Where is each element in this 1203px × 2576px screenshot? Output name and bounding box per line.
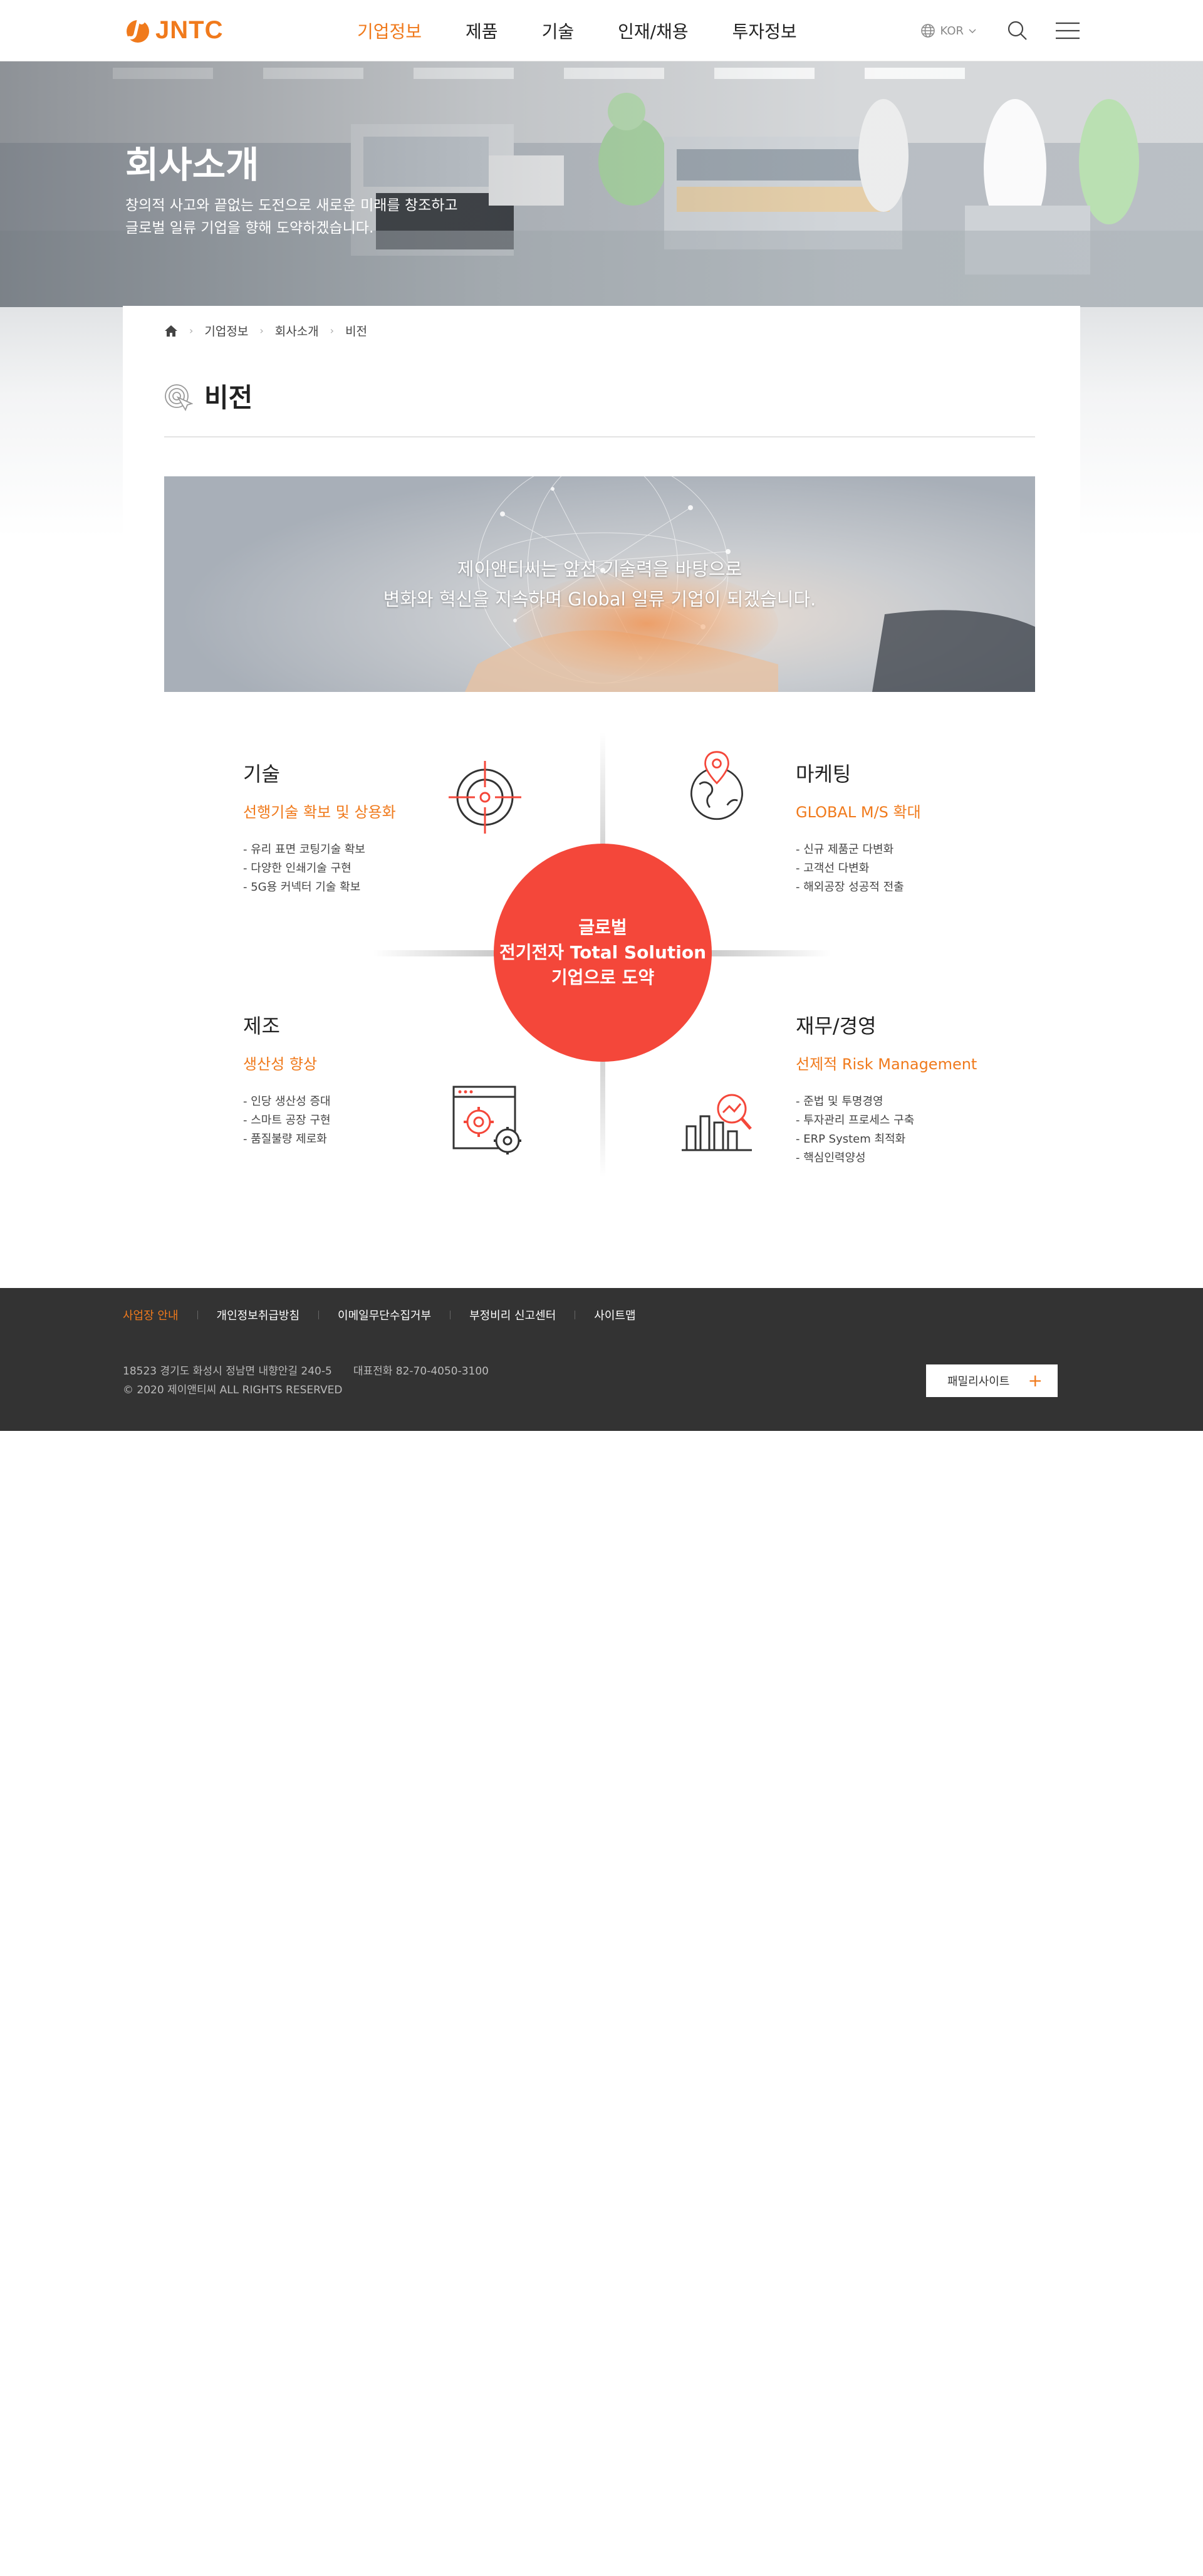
- marketing-title: 마케팅: [796, 762, 851, 786]
- tech-title: 기술: [243, 762, 280, 786]
- manufacturing-subtitle: 생산성 향상: [243, 1055, 318, 1073]
- quadrant-manufacturing: 제조 생산성 향상 - 인당 생산성 증대 - 스마트 공장 구현 - 품질불량…: [243, 1010, 331, 1149]
- page-heading: 비전: [164, 382, 1035, 437]
- site-footer: 사업장 안내 개인정보취급방침 이메일무단수집거부 부정비리 신고센터 사이트맵…: [0, 1288, 1203, 1431]
- vision-core-circle: 글로벌 전기전자 Total Solution 기업으로 도약: [494, 844, 712, 1062]
- breadcrumb-separator: ›: [189, 325, 194, 337]
- footer-info: 18523 경기도 화성시 정남면 내향안길 240-5 대표전화 82-70-4…: [123, 1362, 489, 1400]
- manufacturing-title: 제조: [243, 1014, 280, 1038]
- footer-contact-row: 18523 경기도 화성시 정남면 내향안길 240-5 대표전화 82-70-4…: [123, 1362, 489, 1381]
- plus-icon: +: [1028, 1370, 1043, 1391]
- language-label: KOR: [940, 24, 964, 38]
- breadcrumb-separator: ›: [259, 325, 264, 337]
- family-site-dropdown[interactable]: 패밀리사이트 +: [926, 1364, 1058, 1397]
- breadcrumb-item-vision[interactable]: 비전: [345, 322, 367, 339]
- list-item: - 다양한 인쇄기술 구현: [243, 862, 352, 875]
- quadrant-marketing: 마케팅 GLOBAL M/S 확대 - 신규 제품군 다변화 - 고객선 다변화…: [796, 758, 921, 897]
- site-header: JNTC 기업정보 제품 기술 인재/채용 투자정보 KOR: [0, 0, 1203, 61]
- core-line2: 전기전자 Total Solution: [499, 942, 707, 963]
- main-nav: 기업정보 제품 기술 인재/채용 투자정보: [357, 0, 841, 61]
- footer-copyright: © 2020 제이앤티씨 ALL RIGHTS RESERVED: [123, 1384, 343, 1396]
- hero-desc-line1: 창의적 사고와 끝없는 도전으로 새로운 미래를 창조하고: [125, 197, 458, 214]
- breadcrumb-item-about[interactable]: 회사소개: [275, 322, 319, 339]
- footer-link-locations[interactable]: 사업장 안내: [123, 1307, 179, 1323]
- nav-item-careers[interactable]: 인재/채용: [618, 18, 688, 43]
- hero-description: 창의적 사고와 끝없는 도전으로 새로운 미래를 창조하고 글로벌 일류 기업을…: [125, 194, 458, 239]
- home-icon[interactable]: [164, 325, 178, 337]
- list-item: - 품질불량 제로화: [243, 1133, 327, 1146]
- breadcrumb-item-company[interactable]: 기업정보: [204, 322, 248, 339]
- breadcrumb-separator: ›: [330, 325, 335, 337]
- nav-item-technology[interactable]: 기술: [542, 18, 575, 43]
- quadrant-finance: 재무/경영 선제적 Risk Management - 준법 및 투명경영 - …: [796, 1010, 977, 1168]
- list-item: - 스마트 공장 구현: [243, 1114, 331, 1127]
- page-title: 비전: [204, 382, 253, 413]
- footer-link-ethics-report[interactable]: 부정비리 신고센터: [469, 1307, 556, 1323]
- tech-list: - 유리 표면 코팅기술 확보 - 다양한 인쇄기술 구현 - 5G용 커넥터 …: [243, 840, 396, 897]
- nav-item-investors[interactable]: 투자정보: [732, 18, 797, 43]
- list-item: - 신규 제품군 다변화: [796, 843, 894, 856]
- footer-address: 18523 경기도 화성시 정남면 내향안길 240-5: [123, 1365, 332, 1378]
- finance-subtitle: 선제적 Risk Management: [796, 1055, 977, 1073]
- crosshair-target-icon: [449, 761, 521, 834]
- list-item: - 준법 및 투명경영: [796, 1095, 883, 1108]
- hero-desc-line2: 글로벌 일류 기업을 향해 도약하겠습니다.: [125, 220, 374, 236]
- banner-line2: 변화와 혁신을 지속하며 Global 일류 기업이 되겠습니다.: [383, 589, 816, 610]
- banner-message: 제이앤티씨는 앞선 기술력을 바탕으로 변화와 혁신을 지속하며 Global …: [164, 554, 1035, 614]
- finance-list: - 준법 및 투명경영 - 투자관리 프로세스 구축 - ERP System …: [796, 1092, 977, 1168]
- nav-item-products[interactable]: 제품: [466, 18, 498, 43]
- footer-phone: 대표전화 82-70-4050-3100: [353, 1365, 489, 1378]
- quadrant-technology: 기술 선행기술 확보 및 상용화 - 유리 표면 코팅기술 확보 - 다양한 인…: [243, 758, 396, 897]
- footer-divider: [197, 1311, 198, 1319]
- footer-divider: [318, 1311, 320, 1319]
- list-item: - ERP System 최적화: [796, 1133, 906, 1146]
- search-icon: [1008, 21, 1027, 40]
- hero-title: 회사소개: [125, 144, 259, 186]
- nav-item-company[interactable]: 기업정보: [357, 18, 422, 43]
- menu-button[interactable]: [1055, 18, 1080, 43]
- marketing-subtitle: GLOBAL M/S 확대: [796, 804, 921, 821]
- globe-icon: [920, 24, 935, 38]
- list-item: - 투자관리 프로세스 구축: [796, 1114, 915, 1127]
- search-button[interactable]: [1005, 18, 1030, 43]
- chevron-down-icon: [969, 29, 976, 34]
- core-line3: 기업으로 도약: [551, 967, 655, 988]
- core-line1: 글로벌: [578, 917, 627, 938]
- list-item: - 고객선 다변화: [796, 862, 870, 875]
- logo-text: JNTC: [155, 16, 224, 44]
- chart-magnifier-icon: [682, 1094, 752, 1151]
- vision-banner: 제이앤티씨는 앞선 기술력을 바탕으로 변화와 혁신을 지속하며 Global …: [164, 476, 1035, 692]
- banner-line1: 제이앤티씨는 앞선 기술력을 바탕으로: [457, 558, 742, 580]
- language-selector[interactable]: KOR: [920, 23, 978, 38]
- footer-links: 사업장 안내 개인정보취급방침 이메일무단수집거부 부정비리 신고센터 사이트맵: [123, 1307, 636, 1323]
- breadcrumb: › 기업정보 › 회사소개 › 비전: [164, 322, 367, 339]
- content-card: › 기업정보 › 회사소개 › 비전 비전 제이앤티씨는 앞선 기술력을 바탕으…: [123, 306, 1080, 1284]
- list-item: - 인당 생산성 증대: [243, 1095, 331, 1108]
- manufacturing-list: - 인당 생산성 증대 - 스마트 공장 구현 - 품질불량 제로화: [243, 1092, 331, 1149]
- list-item: - 해외공장 성공적 전출: [796, 881, 904, 894]
- marketing-list: - 신규 제품군 다변화 - 고객선 다변화 - 해외공장 성공적 전출: [796, 840, 921, 897]
- footer-link-privacy[interactable]: 개인정보취급방침: [217, 1307, 299, 1323]
- family-site-label: 패밀리사이트: [947, 1375, 1010, 1388]
- footer-link-email-policy[interactable]: 이메일무단수집거부: [338, 1307, 431, 1323]
- menu-icon: [1056, 22, 1080, 39]
- globe-location-pin-icon: [690, 751, 743, 820]
- logo[interactable]: JNTC: [123, 13, 229, 48]
- tech-subtitle: 선행기술 확보 및 상용화: [243, 804, 396, 821]
- finance-title: 재무/경영: [796, 1014, 877, 1038]
- vision-diagram: 글로벌 전기전자 Total Solution 기업으로 도약 기술 선행기술 …: [123, 732, 1080, 1246]
- list-item: - 핵심인력양성: [796, 1151, 866, 1165]
- target-pointer-icon: [165, 384, 193, 412]
- header-utilities: KOR: [920, 0, 1081, 61]
- list-item: - 5G용 커넥터 기술 확보: [243, 881, 361, 894]
- footer-link-sitemap[interactable]: 사이트맵: [594, 1307, 635, 1323]
- gear-settings-window-icon: [452, 1086, 521, 1154]
- logo-mark-icon: [127, 16, 149, 43]
- list-item: - 유리 표면 코팅기술 확보: [243, 843, 365, 856]
